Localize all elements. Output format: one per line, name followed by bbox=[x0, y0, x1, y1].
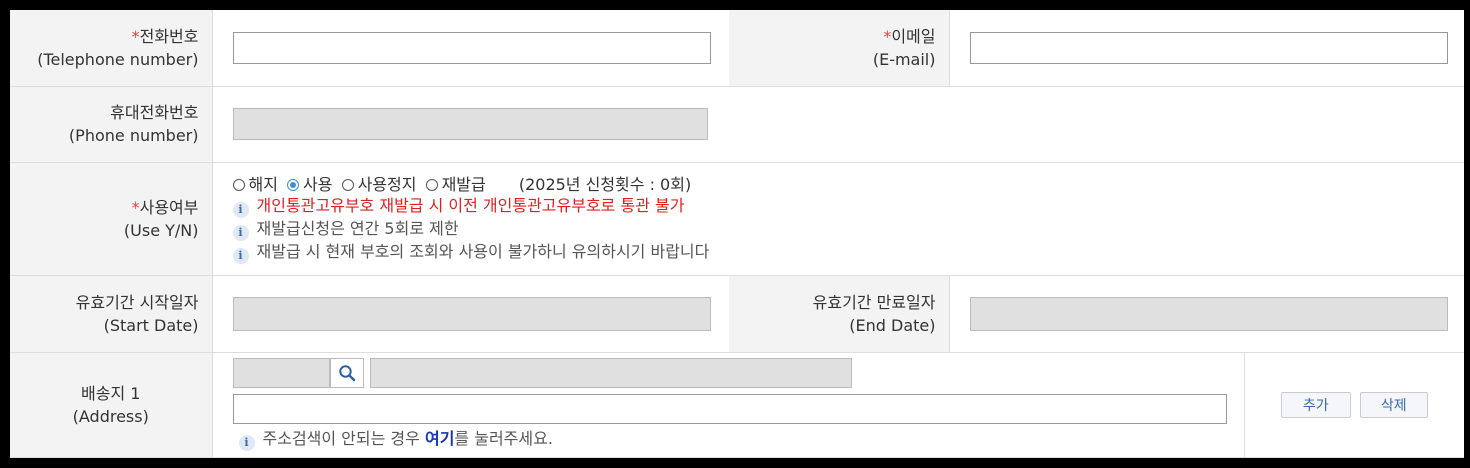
end-date-cell bbox=[949, 275, 1464, 353]
end-date-label: 유효기간 만료일자 (End Date) bbox=[729, 275, 950, 353]
zip-input bbox=[232, 358, 330, 388]
phone-label: 휴대전화번호 (Phone number) bbox=[10, 86, 213, 163]
info-form-table: *전화번호 (Telephone number) *이메일 (E-mail) 휴… bbox=[10, 10, 1464, 458]
address-label-ko: 배송지 1 bbox=[81, 383, 141, 403]
row-phone: 휴대전화번호 (Phone number) bbox=[10, 86, 1464, 163]
add-address-button[interactable]: 추가 bbox=[1280, 391, 1351, 418]
address-label: 배송지 1 (Address) bbox=[10, 352, 213, 458]
telephone-cell bbox=[212, 10, 729, 87]
search-icon bbox=[338, 365, 355, 382]
phone-cell bbox=[212, 86, 1464, 163]
end-date-label-ko: 유효기간 만료일자 bbox=[812, 292, 936, 312]
address-cell: i 주소검색이 안되는 경우 여기를 눌러주세요. bbox=[212, 352, 1245, 458]
phone-input bbox=[232, 108, 708, 140]
start-date-cell bbox=[212, 275, 729, 353]
telephone-label-ko: 전화번호 bbox=[139, 26, 199, 46]
note-reissue-warning: i 개인통관고유부호 재발급 시 이전 개인통관고유부호로 통관 불가 bbox=[232, 195, 1465, 218]
help-prefix: 주소검색이 안되는 경우 bbox=[262, 429, 425, 448]
radio-use-label[interactable]: 사용 bbox=[303, 175, 332, 194]
radio-use[interactable] bbox=[287, 178, 300, 191]
start-date-input bbox=[232, 296, 711, 331]
start-date-label-en: (Start Date) bbox=[103, 315, 199, 335]
address-label-en: (Address) bbox=[72, 406, 149, 426]
use-radio-group: 해지 사용 사용정지 재발급 (2025년 신청횟수 : 0회) bbox=[232, 174, 1465, 195]
required-mark: * bbox=[131, 26, 140, 46]
note-text: 재발급신청은 연간 5회로 제한 bbox=[256, 218, 459, 238]
required-mark: * bbox=[131, 197, 140, 217]
radio-cancel[interactable] bbox=[232, 178, 245, 191]
radio-cancel-label[interactable]: 해지 bbox=[249, 175, 278, 194]
start-date-label-ko: 유효기간 시작일자 bbox=[75, 292, 199, 312]
radio-reissue-label[interactable]: 재발급 bbox=[442, 175, 486, 194]
address-search-button[interactable] bbox=[329, 358, 364, 388]
row-address: 배송지 1 (Address) i 주소검색이 안되는 경우 여기를 눌러주세요.… bbox=[10, 352, 1464, 458]
row-telephone-email: *전화번호 (Telephone number) *이메일 (E-mail) bbox=[10, 10, 1464, 87]
address-help: i 주소검색이 안되는 경우 여기를 눌러주세요. bbox=[233, 428, 1244, 451]
telephone-label-en: (Telephone number) bbox=[37, 49, 199, 69]
delete-address-button[interactable]: 삭제 bbox=[1359, 391, 1428, 418]
email-label-ko: 이메일 bbox=[891, 26, 936, 46]
end-date-input bbox=[969, 296, 1448, 331]
info-icon: i bbox=[232, 247, 249, 264]
zip-row bbox=[232, 358, 1244, 388]
note-annual-limit: i 재발급신청은 연간 5회로 제한 bbox=[232, 218, 1465, 241]
note-text: 재발급 시 현재 부호의 조회와 사용이 불가하니 유의하시기 바랍니다 bbox=[256, 241, 710, 261]
email-label-en: (E-mail) bbox=[872, 49, 936, 69]
address-actions-cell: 추가 삭제 bbox=[1244, 352, 1464, 458]
help-link[interactable]: 여기 bbox=[425, 429, 454, 448]
email-cell bbox=[949, 10, 1464, 87]
info-icon: i bbox=[232, 224, 249, 241]
telephone-input[interactable] bbox=[232, 31, 711, 64]
info-icon: i bbox=[238, 435, 255, 451]
email-input[interactable] bbox=[969, 31, 1448, 64]
row-use: *사용여부 (Use Y/N) 해지 사용 사용정지 재발급 (2025년 신청… bbox=[10, 162, 1465, 276]
radio-reissue[interactable] bbox=[425, 178, 438, 191]
radio-suspend[interactable] bbox=[341, 178, 354, 191]
use-label-en: (Use Y/N) bbox=[123, 220, 199, 240]
form-frame: *전화번호 (Telephone number) *이메일 (E-mail) 휴… bbox=[10, 10, 1464, 458]
end-date-label-en: (End Date) bbox=[849, 315, 936, 335]
phone-label-ko: 휴대전화번호 bbox=[110, 103, 199, 122]
radio-suspend-label[interactable]: 사용정지 bbox=[358, 175, 417, 194]
use-label: *사용여부 (Use Y/N) bbox=[10, 162, 213, 276]
use-label-ko: 사용여부 bbox=[139, 197, 199, 217]
phone-label-en: (Phone number) bbox=[68, 126, 199, 145]
address2-input[interactable] bbox=[232, 394, 1227, 424]
help-suffix: 를 눌러주세요. bbox=[454, 429, 553, 448]
start-date-label: 유효기간 시작일자 (Start Date) bbox=[10, 275, 213, 353]
note-caution: i 재발급 시 현재 부호의 조회와 사용이 불가하니 유의하시기 바랍니다 bbox=[232, 241, 1465, 264]
row-dates: 유효기간 시작일자 (Start Date) 유효기간 만료일자 (End Da… bbox=[10, 275, 1464, 353]
request-count-text: (2025년 신청횟수 : 0회) bbox=[518, 174, 692, 194]
use-cell: 해지 사용 사용정지 재발급 (2025년 신청횟수 : 0회) i 개인통관고유… bbox=[212, 162, 1465, 276]
email-label: *이메일 (E-mail) bbox=[729, 10, 950, 87]
note-text: 개인통관고유부호 재발급 시 이전 개인통관고유부호로 통관 불가 bbox=[256, 195, 685, 215]
address1-input bbox=[369, 358, 852, 388]
info-icon: i bbox=[232, 201, 249, 218]
telephone-label: *전화번호 (Telephone number) bbox=[10, 10, 213, 87]
